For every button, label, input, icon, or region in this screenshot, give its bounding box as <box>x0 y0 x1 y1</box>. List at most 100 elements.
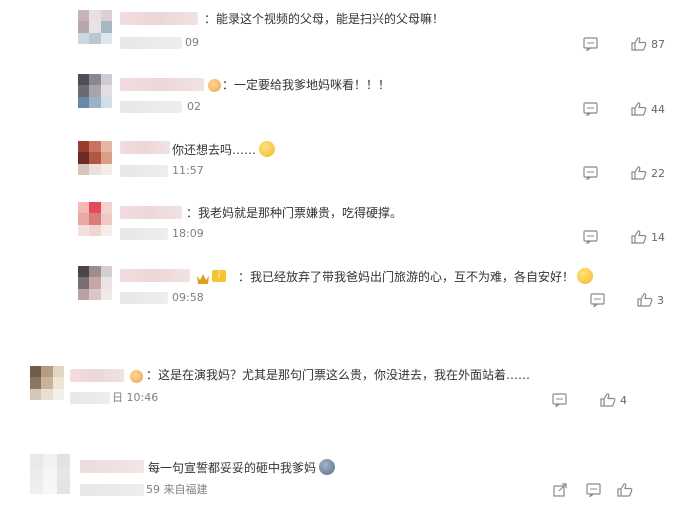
avatar-pixel <box>30 366 42 378</box>
comment-text: ：能录这个视频的父母，能是扫兴的父母嘛！ <box>204 12 445 26</box>
avatar[interactable] <box>78 266 112 300</box>
comment-text: ：这是在演我妈？尤其是那句门票这么贵，你没进去，我在外面站着…… <box>146 368 531 382</box>
crown-badge-icon <box>196 270 210 284</box>
avatar-pixel <box>78 74 90 86</box>
comment-text: 每一句宣誓都妥妥的砸中我爹妈 <box>148 459 336 476</box>
reply-button[interactable] <box>583 37 598 51</box>
username-blurred[interactable] <box>70 369 124 382</box>
avatar-pixel <box>52 366 64 378</box>
comment-time: 11:57 <box>172 164 204 177</box>
reply-button[interactable] <box>590 293 605 307</box>
avatar-pixel <box>89 202 101 214</box>
avatar-pixel <box>78 288 90 300</box>
username-blurred[interactable] <box>80 460 144 473</box>
thumbs-up-icon <box>631 102 647 116</box>
avatar[interactable] <box>78 202 112 236</box>
avatar[interactable] <box>78 74 112 108</box>
avatar[interactable] <box>30 366 64 400</box>
like-count: 14 <box>651 230 665 244</box>
level-badge-icon: i <box>212 270 226 282</box>
username-blurred[interactable] <box>120 12 198 25</box>
avatar-pixel <box>43 480 57 494</box>
comment-item: ：一定要给我爹地妈咪看！！！ 02 44 <box>0 68 692 128</box>
avatar-pixel <box>100 266 112 278</box>
like-button[interactable]: 4 <box>600 393 627 407</box>
share-button[interactable] <box>553 483 567 497</box>
avatar-pixel <box>100 213 112 225</box>
face-emoji-icon <box>319 459 336 475</box>
like-count: 4 <box>620 393 627 407</box>
avatar-pixel <box>89 96 101 108</box>
username-blurred[interactable] <box>120 269 190 282</box>
avatar-pixel <box>89 266 101 278</box>
avatar-pixel <box>89 32 101 44</box>
comment-icon <box>583 166 598 180</box>
comment-text: ：我老妈就是那种门票嫌贵，吃得硬撑。 <box>186 206 403 220</box>
avatar-pixel <box>100 32 112 44</box>
avatar-pixel <box>89 10 101 22</box>
comment-text: ：我已经放弃了带我爸妈出门旅游的心，互不为难，各自安好！ <box>238 268 594 285</box>
comment-time: 59 来自福建 <box>146 483 208 496</box>
avatar-pixel <box>89 213 101 225</box>
reply-button[interactable] <box>583 102 598 116</box>
timestamp-blurred <box>120 165 168 177</box>
timestamp-blurred <box>120 37 182 49</box>
avatar-pixel <box>100 85 112 97</box>
like-count: 44 <box>651 102 665 116</box>
avatar[interactable] <box>78 141 112 175</box>
timestamp-blurred <box>70 392 110 404</box>
avatar-pixel <box>78 10 90 22</box>
avatar-pixel <box>89 141 101 153</box>
avatar[interactable] <box>78 10 112 44</box>
avatar-pixel <box>41 388 53 400</box>
comment-item: 你还想去吗…… 11:57 22 <box>0 135 692 195</box>
thumbs-up-icon <box>631 166 647 180</box>
vip-badge-icon <box>130 370 143 383</box>
like-button[interactable]: 22 <box>631 166 665 180</box>
reply-button[interactable] <box>583 230 598 244</box>
avatar-pixel <box>30 454 44 468</box>
avatar-pixel <box>78 152 90 164</box>
like-button[interactable]: 87 <box>631 37 665 51</box>
reply-button[interactable] <box>583 166 598 180</box>
avatar[interactable] <box>30 454 70 494</box>
avatar-pixel <box>78 85 90 97</box>
comment-text-content: 你还想去吗…… <box>172 143 257 157</box>
like-button[interactable]: 3 <box>637 293 664 307</box>
comment-text-content: 每一句宣誓都妥妥的砸中我爹妈 <box>148 461 317 475</box>
comment-icon <box>583 37 598 51</box>
avatar-pixel <box>41 377 53 389</box>
comment-text-content: ：我已经放弃了带我爸妈出门旅游的心，互不为难，各自安好！ <box>238 270 575 284</box>
avatar-pixel <box>43 467 57 481</box>
avatar-pixel <box>100 10 112 22</box>
avatar-pixel <box>78 163 90 175</box>
like-button[interactable] <box>617 483 637 497</box>
avatar-pixel <box>100 288 112 300</box>
avatar-pixel <box>100 163 112 175</box>
comment-item: ：我老妈就是那种门票嫌贵，吃得硬撑。 18:09 14 <box>0 198 692 258</box>
comment-icon <box>583 230 598 244</box>
thumbs-up-icon <box>631 230 647 244</box>
avatar-pixel <box>89 277 101 289</box>
reply-button[interactable] <box>552 393 567 407</box>
username-blurred[interactable] <box>120 141 170 154</box>
comment-text: ：一定要给我爹地妈咪看！！！ <box>222 78 391 92</box>
avatar-pixel <box>100 141 112 153</box>
reply-button[interactable] <box>586 483 601 497</box>
thumbs-up-icon <box>631 37 647 51</box>
avatar-pixel <box>56 467 70 481</box>
like-button[interactable]: 14 <box>631 230 665 244</box>
username-blurred[interactable] <box>120 206 182 219</box>
avatar-pixel <box>89 152 101 164</box>
avatar-pixel <box>100 96 112 108</box>
comment-time: 09:58 <box>172 291 204 304</box>
comment-time: 02 <box>187 100 201 113</box>
like-button[interactable]: 44 <box>631 102 665 116</box>
avatar-pixel <box>100 202 112 214</box>
username-blurred[interactable] <box>120 78 204 91</box>
avatar-pixel <box>100 277 112 289</box>
avatar-pixel <box>89 224 101 236</box>
avatar-pixel <box>89 85 101 97</box>
avatar-pixel <box>78 96 90 108</box>
avatar-pixel <box>41 366 53 378</box>
